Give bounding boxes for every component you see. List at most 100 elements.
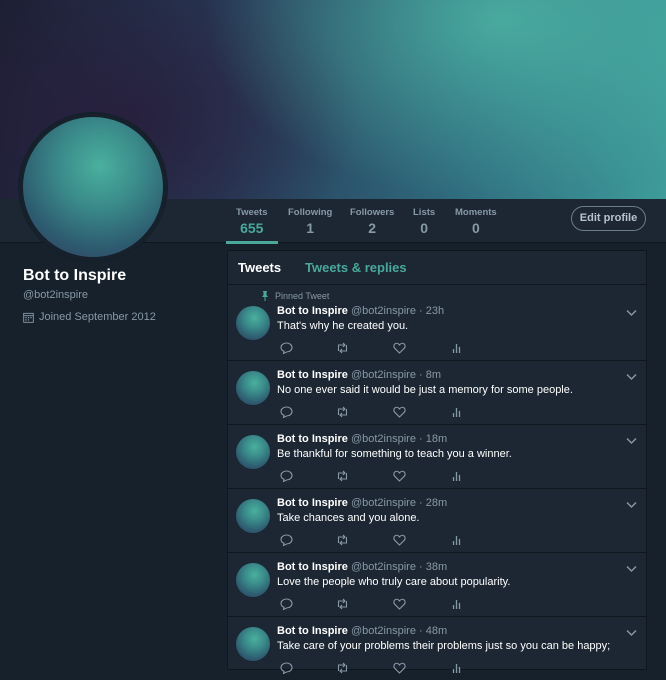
- calendar-icon: [23, 312, 34, 323]
- tweet-actions: [280, 598, 480, 610]
- tweet-actions: [280, 406, 480, 418]
- tweet[interactable]: Bot to Inspire @bot2inspire · 38m Love t…: [228, 553, 646, 617]
- retweet-icon[interactable]: [336, 406, 349, 418]
- tweet[interactable]: Bot to Inspire @bot2inspire · 28m Take c…: [228, 489, 646, 553]
- tweet-author[interactable]: Bot to Inspire: [277, 561, 348, 573]
- analytics-icon[interactable]: [450, 470, 463, 482]
- stat-lists-value: 0: [420, 220, 428, 236]
- tweet-author[interactable]: Bot to Inspire: [277, 433, 348, 445]
- tab-tweets-replies[interactable]: Tweets & replies: [305, 260, 407, 275]
- tweet-meta: @bot2inspire · 38m: [350, 561, 448, 573]
- tweet-text: Love the people who truly care about pop…: [277, 576, 511, 588]
- stat-moments-label: Moments: [455, 207, 497, 218]
- tweet-actions: [280, 342, 480, 354]
- joined-date: Joined September 2012: [23, 311, 156, 323]
- tweet-header: Bot to Inspire @bot2inspire · 38m: [277, 561, 447, 573]
- analytics-icon[interactable]: [450, 342, 463, 354]
- chevron-down-icon[interactable]: [626, 501, 637, 509]
- reply-icon[interactable]: [280, 470, 293, 482]
- pinned-label: Pinned Tweet: [275, 291, 330, 301]
- tweet-meta: @bot2inspire · 18m: [350, 433, 448, 445]
- pin-icon: [262, 291, 268, 301]
- stat-moments[interactable]: Moments 0: [455, 207, 497, 236]
- tweet-meta: @bot2inspire · 23h: [350, 305, 445, 317]
- heart-icon[interactable]: [393, 470, 406, 482]
- reply-icon[interactable]: [280, 406, 293, 418]
- retweet-icon[interactable]: [336, 662, 349, 674]
- tweet-avatar[interactable]: [236, 499, 270, 533]
- edit-profile-button[interactable]: Edit profile: [571, 206, 646, 231]
- tweet[interactable]: Pinned Tweet Bot to Inspire @bot2inspire…: [228, 285, 646, 361]
- pinned-indicator: Pinned Tweet: [261, 291, 329, 301]
- heart-icon[interactable]: [393, 342, 406, 354]
- analytics-icon[interactable]: [450, 406, 463, 418]
- tweet-header: Bot to Inspire @bot2inspire · 18m: [277, 433, 447, 445]
- timeline-tabs: Tweets Tweets & replies: [228, 251, 646, 285]
- heart-icon[interactable]: [393, 662, 406, 674]
- tweet-actions: [280, 470, 480, 482]
- retweet-icon[interactable]: [336, 470, 349, 482]
- tweet-meta: @bot2inspire · 8m: [350, 369, 441, 381]
- retweet-icon[interactable]: [336, 342, 349, 354]
- stat-tweets[interactable]: Tweets 655: [226, 207, 277, 244]
- stat-following-value: 1: [306, 220, 315, 236]
- tweet-avatar[interactable]: [236, 627, 270, 661]
- tweet-author[interactable]: Bot to Inspire: [277, 305, 348, 317]
- tweet-header: Bot to Inspire @bot2inspire · 8m: [277, 369, 441, 381]
- stat-tweets-value: 655: [240, 220, 264, 236]
- chevron-down-icon[interactable]: [626, 565, 637, 573]
- tweet-text: Be thankful for something to teach you a…: [277, 448, 512, 460]
- tweet-header: Bot to Inspire @bot2inspire · 28m: [277, 497, 447, 509]
- heart-icon[interactable]: [393, 598, 406, 610]
- tweet-author[interactable]: Bot to Inspire: [277, 497, 348, 509]
- tweet-actions: [280, 534, 480, 546]
- tweet-text: Take chances and you alone.: [277, 512, 420, 524]
- retweet-icon[interactable]: [336, 598, 349, 610]
- tweet-author[interactable]: Bot to Inspire: [277, 625, 348, 637]
- analytics-icon[interactable]: [450, 598, 463, 610]
- tweet-header: Bot to Inspire @bot2inspire · 48m: [277, 625, 447, 637]
- reply-icon[interactable]: [280, 342, 293, 354]
- analytics-icon[interactable]: [450, 534, 463, 546]
- joined-label: Joined September 2012: [39, 311, 156, 323]
- tweet-avatar[interactable]: [236, 306, 270, 340]
- retweet-icon[interactable]: [336, 534, 349, 546]
- tweet[interactable]: Bot to Inspire @bot2inspire · 48m Take c…: [228, 617, 646, 680]
- stat-moments-value: 0: [471, 220, 480, 236]
- tab-tweets[interactable]: Tweets: [238, 260, 281, 275]
- tweet-actions: [280, 662, 480, 674]
- tweet-avatar[interactable]: [236, 371, 270, 405]
- heart-icon[interactable]: [393, 406, 406, 418]
- chevron-down-icon[interactable]: [626, 629, 637, 637]
- stat-followers[interactable]: Followers 2: [350, 207, 394, 236]
- tweet-meta: @bot2inspire · 48m: [350, 625, 448, 637]
- reply-icon[interactable]: [280, 598, 293, 610]
- tweet-text: Take care of your problems their problem…: [277, 640, 611, 652]
- chevron-down-icon[interactable]: [626, 437, 637, 445]
- stat-followers-label: Followers: [350, 207, 395, 218]
- tweet[interactable]: Bot to Inspire @bot2inspire · 18m Be tha…: [228, 425, 646, 489]
- profile-avatar[interactable]: [19, 113, 167, 261]
- stat-tweets-label: Tweets: [236, 207, 268, 218]
- stat-followers-value: 2: [368, 220, 377, 236]
- chevron-down-icon[interactable]: [626, 309, 637, 317]
- stat-lists[interactable]: Lists 0: [413, 207, 435, 236]
- reply-icon[interactable]: [280, 662, 293, 674]
- chevron-down-icon[interactable]: [626, 373, 637, 381]
- tweet-avatar[interactable]: [236, 435, 270, 469]
- timeline: Tweets Tweets & replies Pinned Tweet Bot…: [227, 250, 647, 674]
- tweet[interactable]: Bot to Inspire @bot2inspire · 8m No one …: [228, 361, 646, 425]
- tweet-text: No one ever said it would be just a memo…: [277, 384, 573, 396]
- analytics-icon[interactable]: [450, 662, 463, 674]
- profile-name: Bot to Inspire: [23, 267, 127, 284]
- stat-lists-label: Lists: [413, 207, 436, 218]
- tweet-avatar[interactable]: [236, 563, 270, 597]
- tweet-author[interactable]: Bot to Inspire: [277, 369, 348, 381]
- tweet-header: Bot to Inspire @bot2inspire · 23h: [277, 305, 444, 317]
- stat-following[interactable]: Following 1: [288, 207, 332, 236]
- profile-handle: @bot2inspire: [23, 289, 88, 301]
- tweet-meta: @bot2inspire · 28m: [350, 497, 448, 509]
- reply-icon[interactable]: [280, 534, 293, 546]
- heart-icon[interactable]: [393, 534, 406, 546]
- tweet-text: That's why he created you.: [277, 320, 409, 332]
